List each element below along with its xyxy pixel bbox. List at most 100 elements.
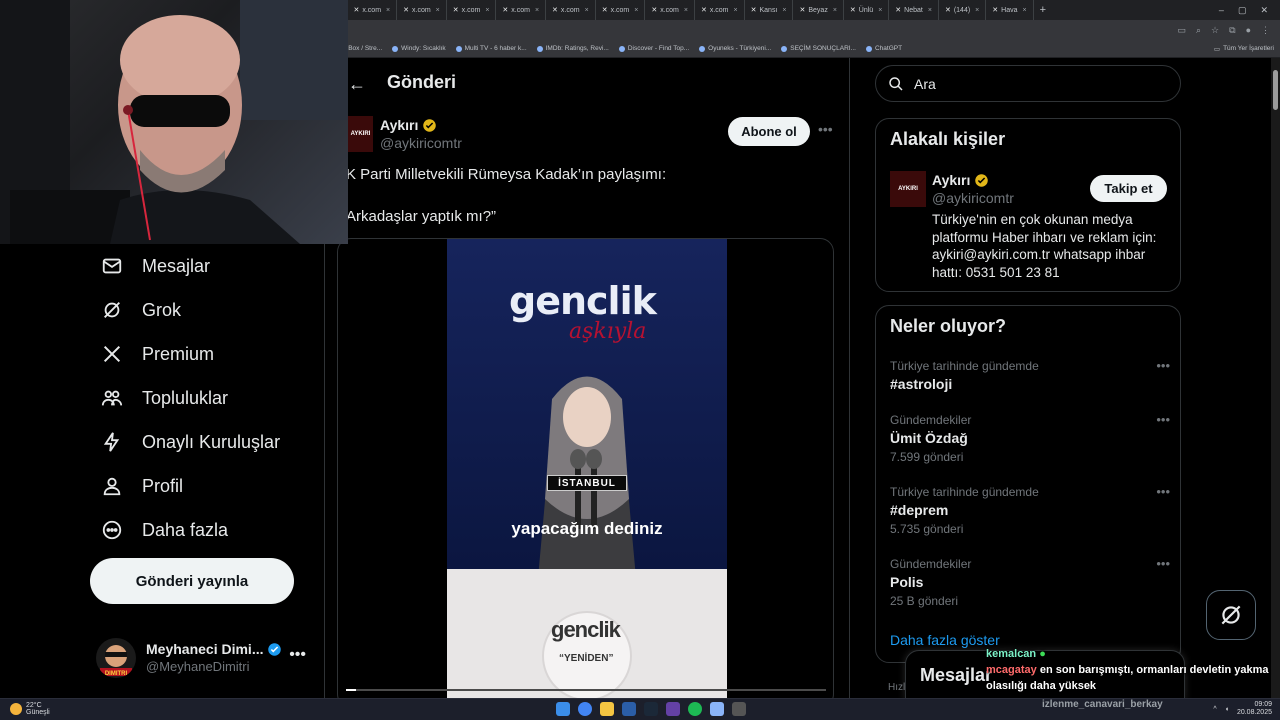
- account-switcher[interactable]: DIMITRI Meyhaneci Dimi... @MeyhaneDimitr…: [96, 636, 316, 680]
- bookmark-item[interactable]: Oyuneks - Türkiyeni...: [694, 45, 776, 52]
- bookmark-item[interactable]: ChatGPT: [861, 45, 907, 52]
- video-frame[interactable]: genclik aşkıyla İSTANBUL yapacağım dedin…: [447, 239, 727, 698]
- more-dots-icon[interactable]: •••: [289, 646, 306, 664]
- bookmark-item[interactable]: Windy: Sıcaklık: [387, 45, 450, 52]
- close-tab-icon[interactable]: ×: [386, 7, 390, 14]
- back-arrow-icon[interactable]: ←: [348, 74, 366, 95]
- browser-tab[interactable]: ✕x.com ×: [645, 0, 695, 20]
- grok-floating-button[interactable]: [1206, 590, 1256, 640]
- spotify-icon[interactable]: [688, 702, 702, 716]
- more-dots-icon[interactable]: •••: [1156, 556, 1170, 571]
- more-dots-icon[interactable]: •••: [1156, 412, 1170, 427]
- browser-tab[interactable]: ✕ Ünlü ×: [844, 0, 890, 20]
- close-tab-icon[interactable]: ×: [878, 7, 882, 14]
- browser-tab[interactable]: ✕x.com ×: [596, 0, 646, 20]
- nav-item-verified-orgs[interactable]: Onaylı Kuruluşlar: [90, 420, 324, 464]
- nav-item-more[interactable]: Daha fazla: [90, 508, 324, 552]
- close-tab-icon[interactable]: ×: [585, 7, 589, 14]
- close-tab-icon[interactable]: ×: [684, 7, 688, 14]
- close-tab-icon[interactable]: ×: [734, 7, 738, 14]
- extensions-icon[interactable]: ⧉: [1229, 25, 1235, 36]
- trend-count: 5.735 gönderi: [890, 522, 964, 536]
- app-icon[interactable]: [710, 702, 724, 716]
- bookmark-item[interactable]: Discover - Find Top...: [614, 45, 694, 52]
- close-tab-icon[interactable]: ×: [1022, 7, 1026, 14]
- browser-tab[interactable]: ✕x.com ×: [496, 0, 547, 20]
- bookmark-star-icon[interactable]: ☆: [1211, 25, 1219, 36]
- browser-menu-icon[interactable]: ⋮: [1261, 25, 1270, 36]
- post-author[interactable]: AYKIRI Aykırı @aykiricomtr: [348, 116, 462, 152]
- more-dots-icon[interactable]: •••: [1156, 484, 1170, 499]
- more-dots-icon[interactable]: •••: [1156, 358, 1170, 373]
- person-avatar[interactable]: AYKIRI: [890, 171, 926, 207]
- browser-tab[interactable]: ✕x.com ×: [397, 0, 447, 20]
- close-tab-icon[interactable]: ×: [833, 7, 837, 14]
- nav-item-premium[interactable]: Premium: [90, 332, 324, 376]
- bookmark-item[interactable]: Multi TV - 6 haber k...: [451, 45, 532, 52]
- show-more-link[interactable]: Daha fazla göster: [890, 632, 1000, 648]
- clock[interactable]: 09:09 20.08.2025: [1237, 701, 1272, 717]
- bookmark-item[interactable]: IMDb: Ratings, Revi...: [532, 45, 614, 52]
- nav-item-messages[interactable]: Mesajlar: [90, 244, 324, 288]
- steam-icon[interactable]: [644, 702, 658, 716]
- subscribe-button[interactable]: Abone ol: [728, 117, 810, 146]
- scrollbar-thumb[interactable]: [1273, 70, 1278, 110]
- browser-tab[interactable]: ✕ Beyaz ×: [793, 0, 844, 20]
- follow-button[interactable]: Takip et: [1090, 175, 1167, 202]
- close-tab-icon[interactable]: ×: [975, 7, 979, 14]
- author-handle[interactable]: @aykiricomtr: [380, 134, 462, 152]
- browser-tab[interactable]: ✕ Hava ×: [986, 0, 1034, 20]
- minimize-icon[interactable]: –: [1219, 5, 1224, 16]
- speaker-icon[interactable]: ◖: [1225, 706, 1229, 713]
- close-tab-icon[interactable]: ×: [436, 7, 440, 14]
- bookmark-item[interactable]: SEÇİM SONUÇLARI...: [776, 45, 861, 52]
- author-name[interactable]: Aykırı: [380, 116, 418, 134]
- post-button[interactable]: Gönderi yayınla: [90, 558, 294, 604]
- video-progress-bar[interactable]: [346, 689, 826, 691]
- close-tab-icon[interactable]: ×: [485, 7, 489, 14]
- podium-text: genclik: [551, 617, 621, 642]
- weather-widget[interactable]: 22°C Güneşli: [10, 702, 50, 716]
- app-icon[interactable]: [666, 702, 680, 716]
- search-box[interactable]: [875, 65, 1181, 102]
- post-video[interactable]: genclik aşkıyla İSTANBUL yapacağım dedin…: [337, 238, 834, 698]
- trend-item[interactable]: Türkiye tarihinde gündemde #deprem 5.735…: [890, 484, 1170, 538]
- nav-item-communities[interactable]: Topluluklar: [90, 376, 324, 420]
- chevron-up-icon[interactable]: ^: [1213, 706, 1216, 713]
- trend-item[interactable]: Türkiye tarihinde gündemde #astroloji ••…: [890, 358, 1170, 394]
- cast-icon[interactable]: ▭: [1177, 25, 1186, 36]
- browser-tab[interactable]: ✕ Kansı ×: [745, 0, 794, 20]
- profile-avatar-icon[interactable]: ●: [1246, 25, 1251, 35]
- close-tab-icon[interactable]: ×: [928, 7, 932, 14]
- app-icon[interactable]: [622, 702, 636, 716]
- trend-item[interactable]: Gündemdekiler Polis 25 B gönderi •••: [890, 556, 1170, 610]
- more-dots-icon[interactable]: •••: [818, 121, 833, 137]
- browser-tab[interactable]: ✕x.com ×: [546, 0, 596, 20]
- zoom-icon[interactable]: ⌕: [1196, 25, 1201, 36]
- file-explorer-icon[interactable]: [600, 702, 614, 716]
- browser-tab[interactable]: ✕ Nebat ×: [889, 0, 939, 20]
- nav-item-grok[interactable]: Grok: [90, 288, 324, 332]
- person-name[interactable]: Aykırı: [932, 171, 970, 189]
- tab-favicon-icon: ✕: [353, 7, 360, 14]
- author-avatar[interactable]: AYKIRI: [348, 116, 373, 152]
- maximize-icon[interactable]: ▢: [1238, 5, 1247, 16]
- person-handle[interactable]: @aykiricomtr: [932, 189, 1014, 207]
- app-icon[interactable]: [732, 702, 746, 716]
- nav-item-profile[interactable]: Profil: [90, 464, 324, 508]
- browser-tab[interactable]: ✕x.com ×: [347, 0, 398, 20]
- all-bookmarks-button[interactable]: ▭ Tüm Yer İşaretleri: [1214, 45, 1280, 53]
- browser-tab[interactable]: ✕x.com ×: [447, 0, 497, 20]
- close-tab-icon[interactable]: ×: [535, 7, 539, 14]
- windows-start-icon[interactable]: [556, 702, 570, 716]
- trend-item[interactable]: Gündemdekiler Ümit Özdağ 7.599 gönderi •…: [890, 412, 1170, 466]
- page-scrollbar[interactable]: [1271, 58, 1280, 698]
- browser-tab[interactable]: ✕ (144) ×: [939, 0, 987, 20]
- close-tab-icon[interactable]: ×: [782, 7, 786, 14]
- close-tab-icon[interactable]: ×: [634, 7, 638, 14]
- chrome-icon[interactable]: [578, 702, 592, 716]
- search-input[interactable]: [912, 74, 1152, 93]
- new-tab-button[interactable]: +: [1034, 4, 1052, 16]
- close-window-icon[interactable]: ✕: [1260, 5, 1268, 16]
- browser-tab[interactable]: ✕x.com ×: [695, 0, 745, 20]
